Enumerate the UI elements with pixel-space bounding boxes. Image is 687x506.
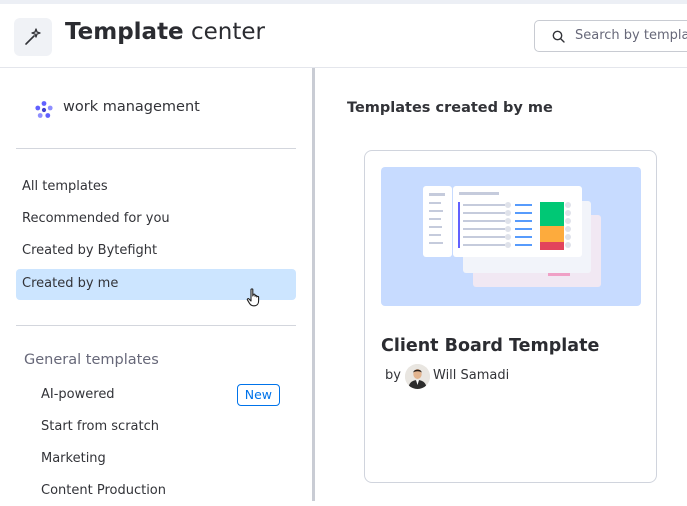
- main-content: Templates created by me Client Board Tem…: [315, 68, 687, 501]
- page-title-light: center: [190, 19, 265, 45]
- avatar: [405, 364, 430, 389]
- sidebar-item-all-templates[interactable]: All templates: [16, 172, 296, 203]
- hand-cursor-icon: [246, 288, 260, 307]
- sidebar-item-ai-powered[interactable]: AI-powered New: [16, 380, 296, 410]
- workspace-label: work management: [63, 99, 200, 115]
- sidebar-item-recommended[interactable]: Recommended for you: [16, 204, 296, 235]
- sidebar-item-label: AI-powered: [41, 387, 115, 402]
- general-templates-heading: General templates: [24, 352, 159, 368]
- search-icon: [552, 30, 565, 43]
- page-title-bold: Template: [65, 19, 184, 45]
- sidebar-item-label: Created by Bytefight: [22, 243, 158, 258]
- section-title: Templates created by me: [347, 100, 553, 116]
- header: Template center Search by templat: [0, 4, 687, 68]
- new-badge: New: [236, 384, 280, 406]
- search-input[interactable]: Search by templat: [534, 20, 687, 52]
- sidebar: work management All templates Recommende…: [0, 68, 312, 501]
- sidebar-item-label: Recommended for you: [22, 211, 170, 226]
- template-card-title: Client Board Template: [381, 336, 600, 356]
- author-by-label: by: [385, 368, 401, 383]
- sidebar-divider: [16, 325, 296, 326]
- sidebar-item-start-from-scratch[interactable]: Start from scratch: [16, 412, 296, 442]
- template-card[interactable]: Client Board Template by Will Samadi: [364, 150, 657, 483]
- sidebar-item-content-production[interactable]: Content Production: [16, 476, 296, 506]
- template-thumbnail: [381, 167, 641, 306]
- sidebar-item-label: Marketing: [41, 451, 106, 466]
- sidebar-item-label: All templates: [22, 179, 108, 194]
- work-management-logo-icon: [35, 101, 53, 118]
- sidebar-item-marketing[interactable]: Marketing: [16, 444, 296, 474]
- sidebar-item-label: Start from scratch: [41, 419, 159, 434]
- search-placeholder: Search by templat: [575, 28, 687, 43]
- sidebar-item-created-by-bytefight[interactable]: Created by Bytefight: [16, 236, 296, 267]
- page-title: Template center: [65, 19, 265, 45]
- sidebar-item-label: Created by me: [22, 276, 119, 291]
- sidebar-item-label: Content Production: [41, 483, 166, 498]
- magic-wand-icon: [14, 18, 52, 56]
- author-name: Will Samadi: [433, 368, 510, 383]
- sidebar-divider: [16, 148, 296, 149]
